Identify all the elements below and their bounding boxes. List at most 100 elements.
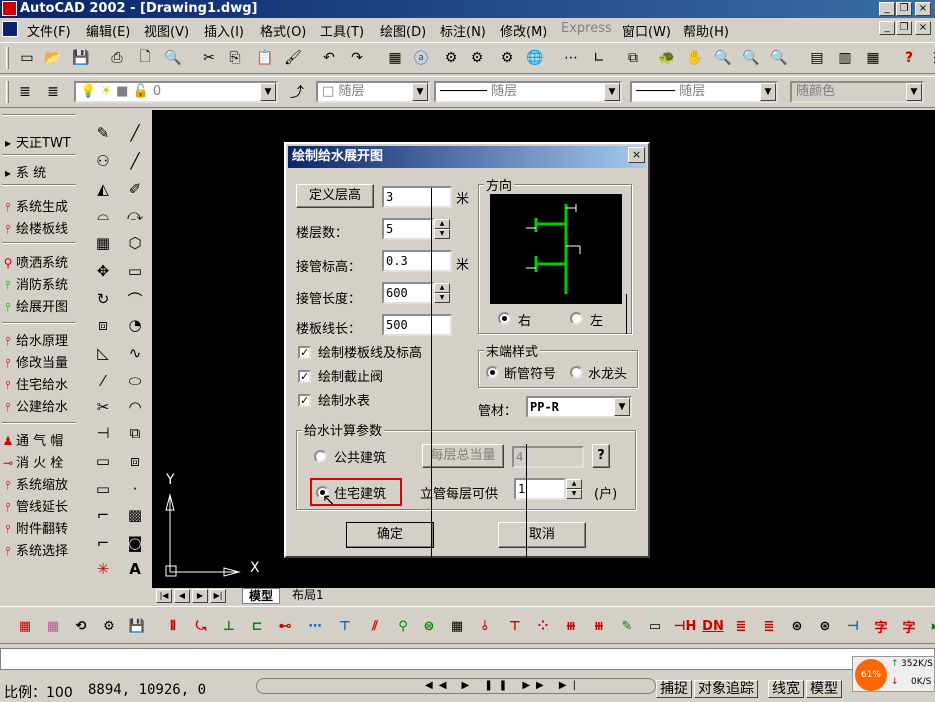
trim-icon[interactable]: ✂ — [90, 394, 116, 420]
cut-icon[interactable]: ✂ — [198, 47, 220, 69]
tab-model[interactable]: 模型 — [242, 588, 281, 604]
save-icon[interactable]: 💾 — [70, 47, 92, 69]
mirror-icon[interactable]: ◭ — [90, 176, 116, 202]
restore-button[interactable]: ❐ — [896, 2, 912, 16]
menu-file[interactable]: 文件(F) — [27, 21, 71, 40]
menu-modify-equiv[interactable]: ⫯ 修改当量 — [0, 352, 78, 374]
spin-down-icon[interactable]: ▼ — [434, 293, 450, 303]
media-controls-icon[interactable]: ◀◀ ▶ ❚❚ ▶▶ ▶| — [425, 680, 645, 692]
globe-icon[interactable]: 🌐 — [524, 47, 546, 69]
comb-icon[interactable]: ⧻ — [560, 615, 582, 637]
linetype-dropdown[interactable]: ────── 随层 ▼ — [434, 81, 622, 103]
spin-up-icon[interactable]: ▲ — [434, 219, 450, 229]
snap-toggle[interactable]: 捕捉 — [656, 680, 692, 698]
save-small-icon[interactable]: 💾 — [126, 615, 148, 637]
layer-color-icon[interactable]: ▦ — [14, 615, 36, 637]
menu-pipe-extend[interactable]: ⫯ 管线延长 — [0, 496, 78, 518]
floor-count-field[interactable]: 5 — [382, 218, 434, 240]
define-floor-height-button[interactable]: 定义层高 — [296, 184, 374, 208]
stack-icon[interactable]: ≣ — [730, 615, 752, 637]
explode-icon[interactable]: ✳ — [90, 556, 116, 582]
h-icon[interactable]: ⊣H — [674, 615, 697, 637]
circle-icon[interactable]: ◔ — [122, 312, 148, 338]
toolpalette-icon[interactable]: ▦ — [862, 47, 884, 69]
lwt-toggle[interactable]: 线宽 — [768, 680, 804, 698]
dn-icon[interactable]: DN — [702, 615, 724, 637]
offset-icon[interactable]: ⌓ — [90, 202, 116, 228]
doc-minimize-button[interactable]: _ — [879, 21, 895, 35]
named-views-icon[interactable]: ⧉ — [622, 47, 644, 69]
tank-icon[interactable]: ⊜ — [418, 615, 440, 637]
web-icon[interactable]: ⚙ — [440, 47, 462, 69]
tab-layout1[interactable]: 布局1 — [286, 588, 330, 604]
menu-hydrant[interactable]: ⊸ 消 火 栓 — [0, 452, 78, 474]
media-scrubber[interactable]: ◀◀ ▶ ❚❚ ▶▶ ▶| — [256, 678, 656, 694]
open-icon[interactable]: 📂 — [42, 47, 64, 69]
next-tab-icon[interactable]: ▶ — [192, 589, 208, 603]
per-floor-equiv-button[interactable]: 每层总当量 — [422, 444, 504, 468]
chevron-down-icon[interactable]: ▼ — [604, 83, 620, 101]
rectangle-icon[interactable]: ▭ — [122, 258, 148, 284]
menu-system-generate[interactable]: ⫯ 系统生成 — [0, 196, 78, 218]
make-block-icon[interactable]: ⧈ — [122, 448, 148, 474]
line-icon[interactable]: ╱ — [122, 120, 148, 146]
chevron-down-icon[interactable]: ▼ — [906, 83, 922, 101]
tee-icon[interactable]: ⊤ — [504, 615, 526, 637]
hexagon-icon[interactable]: ⬡ — [122, 230, 148, 256]
more-icon[interactable]: ⋮ — [924, 47, 935, 69]
menu-view[interactable]: 视图(V) — [144, 21, 189, 40]
dialog-close-button[interactable]: × — [628, 147, 645, 163]
menu-vent-cap[interactable]: ♟ 通 气 帽 — [0, 430, 78, 452]
properties-icon[interactable]: ▤ — [806, 47, 828, 69]
fit-icon[interactable]: ⚙ — [98, 615, 120, 637]
chevron-down-icon[interactable]: ▼ — [260, 83, 276, 101]
connector-icon[interactable]: ⊷ — [274, 615, 296, 637]
chamfer-icon[interactable]: ⌐ — [90, 502, 116, 528]
pipe-elevation-field[interactable]: 0.3 — [382, 250, 452, 272]
spin-up-icon[interactable]: ▲ — [566, 479, 582, 489]
command-line[interactable] — [0, 648, 935, 670]
lengthen-icon[interactable]: ⁄ — [90, 368, 116, 394]
dbconnect-icon[interactable]: ▥ — [834, 47, 856, 69]
model-toggle[interactable]: 模型 — [806, 680, 842, 698]
menu-express[interactable]: Express — [561, 21, 612, 36]
doc-close-button[interactable]: × — [915, 21, 931, 35]
chain-icon[interactable]: ⋯ — [304, 615, 326, 637]
menu-sprinkler[interactable]: ⚲ 喷洒系统 — [0, 252, 78, 274]
chevron-down-icon[interactable]: ▼ — [614, 398, 630, 416]
lineweight-dropdown[interactable]: ───── 随层 ▼ — [630, 81, 778, 103]
char-icon[interactable]: 字 — [870, 615, 892, 637]
array-icon[interactable]: ▦ — [90, 230, 116, 256]
stop-valve-checkbox[interactable]: ✓ — [298, 370, 311, 383]
cancel-button[interactable]: 取消 — [498, 522, 586, 548]
polygon-icon[interactable]: ⤼ — [122, 202, 148, 228]
find-icon[interactable]: 🔍 — [162, 47, 184, 69]
menu-help[interactable]: 帮助(H) — [683, 21, 729, 40]
slab-line-length-field[interactable]: 500 — [382, 314, 452, 336]
pipe-length-field[interactable]: 600 — [382, 282, 434, 304]
point-icon[interactable]: · — [122, 476, 148, 502]
grid-icon[interactable]: ▦ — [446, 615, 468, 637]
design-center-icon[interactable]: ▦ — [384, 47, 406, 69]
pipe-length-spinner[interactable]: ▲ ▼ — [434, 283, 450, 303]
break-point-icon[interactable]: ▭ — [90, 476, 116, 502]
first-tab-icon[interactable]: |◀ — [156, 589, 172, 603]
floor-count-spinner[interactable]: ▲ ▼ — [434, 219, 450, 239]
match-properties-icon[interactable]: 🖌 — [282, 47, 304, 69]
scale-icon[interactable]: ⧈ — [90, 312, 116, 338]
ellipse-icon[interactable]: ⬭ — [122, 368, 148, 394]
dots-icon[interactable]: ⁘ — [532, 615, 554, 637]
rect-icon[interactable]: ▭ — [644, 615, 666, 637]
otrack-toggle[interactable]: 对象追踪 — [694, 680, 758, 698]
comb2-icon[interactable]: ⧻ — [588, 615, 610, 637]
menu-draw-expand[interactable]: ⫯ 绘展开图 — [0, 296, 78, 318]
meetnow-icon[interactable]: ⚙ — [496, 47, 518, 69]
direction-left-radio[interactable] — [570, 312, 583, 325]
layer-previous-icon[interactable]: ≣ — [42, 81, 64, 103]
menu-tools[interactable]: 工具(T) — [320, 21, 364, 40]
region-icon[interactable]: ◙ — [122, 530, 148, 556]
end-break-radio[interactable] — [486, 366, 499, 379]
palette-icon[interactable]: ▦ — [42, 615, 64, 637]
print-icon[interactable]: ⎙ — [106, 47, 128, 69]
bracket-icon[interactable]: ⫰ — [474, 615, 496, 637]
